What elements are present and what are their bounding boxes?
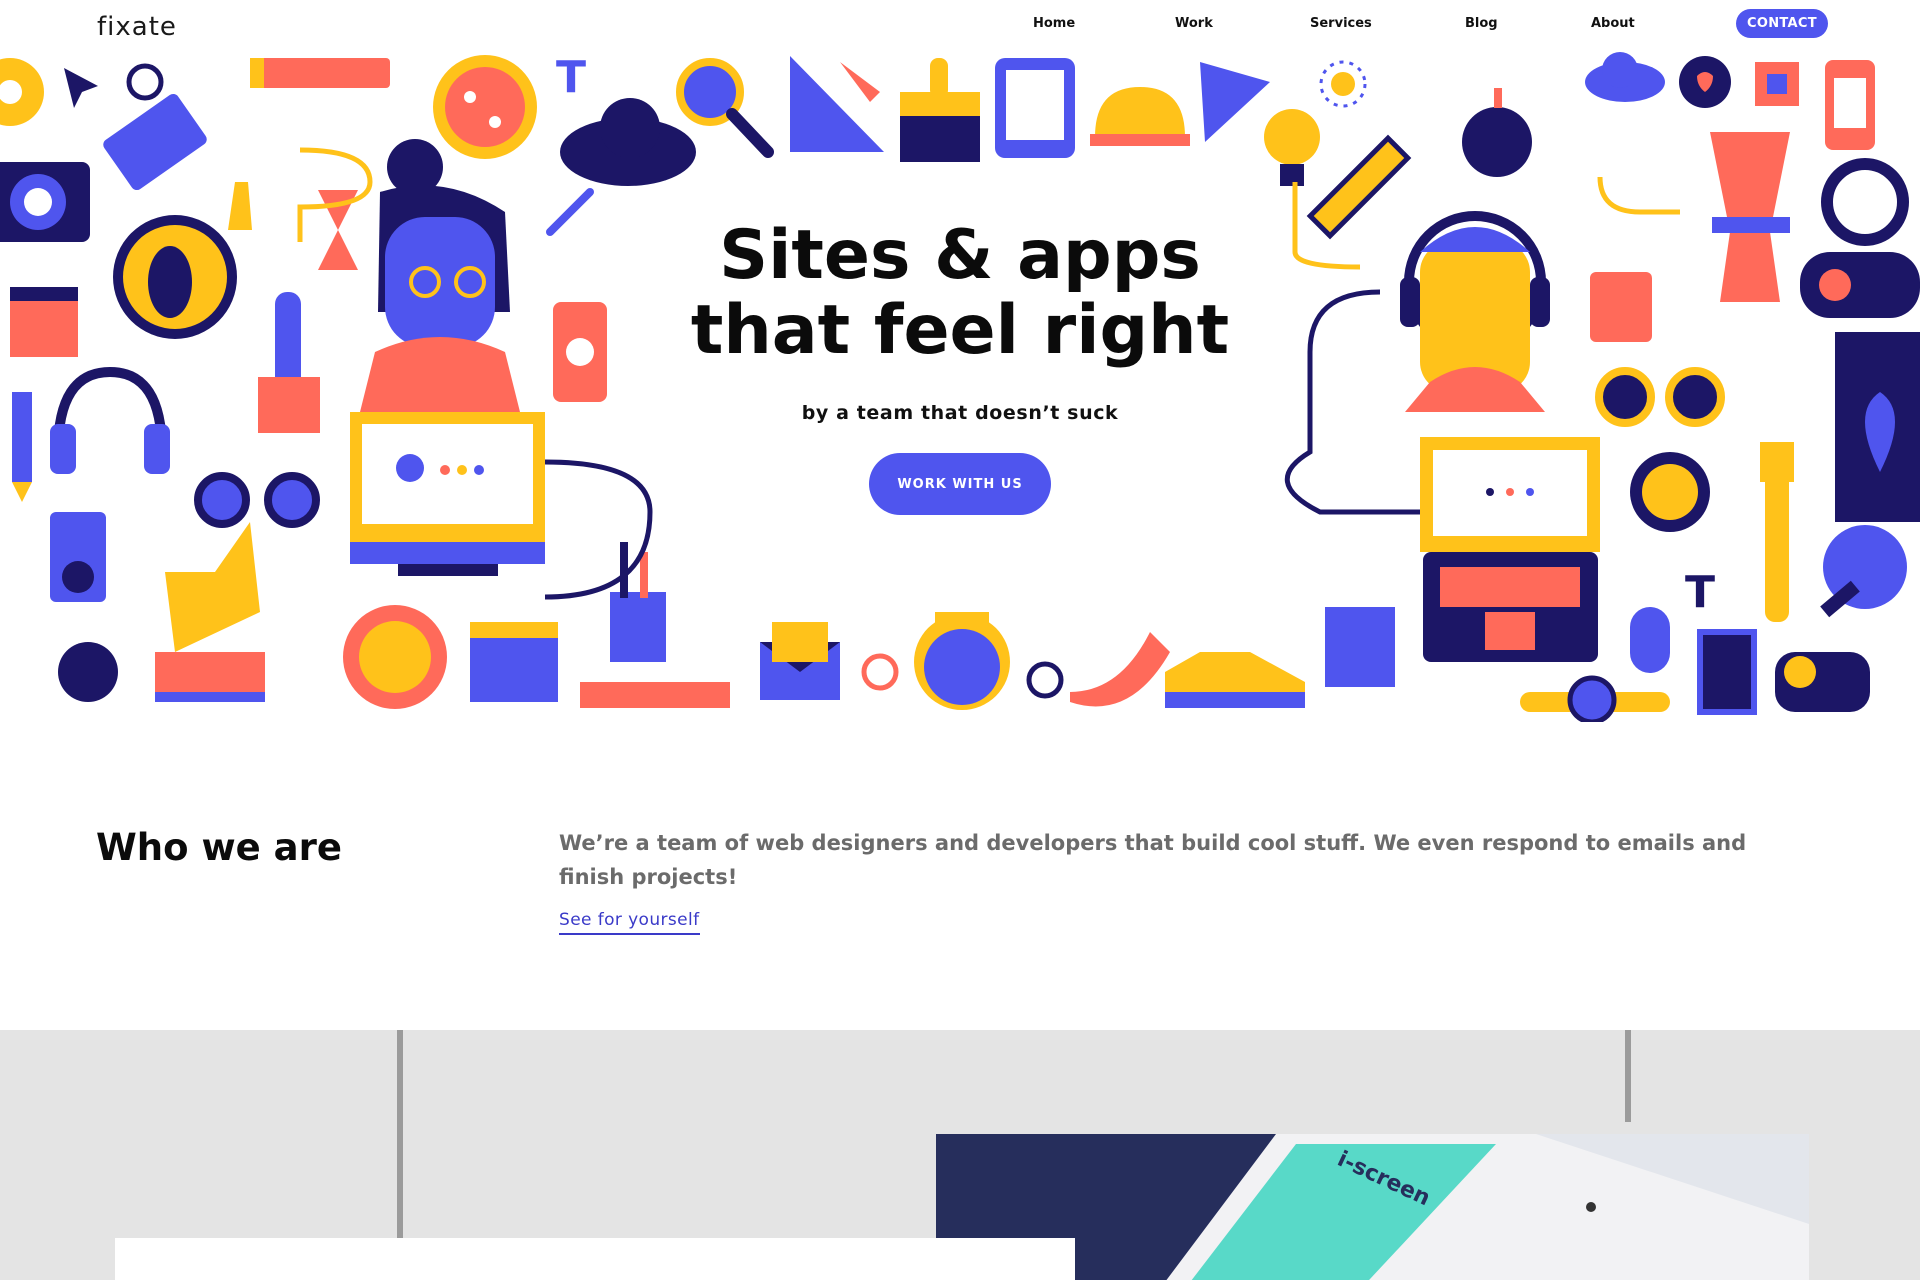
mug-right-icon (1590, 272, 1652, 342)
see-for-yourself-link[interactable]: See for yourself (559, 910, 700, 935)
glasses-right-icon (1595, 367, 1725, 427)
woman-avatar-icon (360, 139, 520, 412)
mug-icon (10, 287, 78, 357)
magnifier-icon (676, 58, 774, 158)
picture-icon (1835, 332, 1920, 522)
cloud-small-icon (1585, 52, 1665, 102)
nav-about[interactable]: About (1591, 16, 1635, 31)
envelope-icon (760, 622, 840, 700)
tape-icon (1775, 652, 1870, 712)
about-title: Who we are (96, 826, 342, 869)
paint-bucket-icon (470, 622, 558, 702)
case-study-section: i-screen (0, 1030, 1920, 1280)
nav-home[interactable]: Home (1033, 16, 1075, 31)
nav-blog[interactable]: Blog (1465, 16, 1498, 31)
donut-icon (0, 58, 44, 126)
contact-button[interactable]: CONTACT (1736, 9, 1828, 38)
hero-illustration: T T (0, 52, 1920, 722)
pencil-icon (1306, 134, 1412, 240)
nav-work[interactable]: Work (1175, 16, 1213, 31)
paper-plane-icon (1200, 62, 1270, 142)
dropper-icon (546, 188, 594, 236)
hand-icon (228, 182, 252, 230)
mouse-icon (1630, 607, 1670, 673)
cloud-icon (560, 98, 696, 186)
pretzel-icon (1821, 158, 1909, 246)
case-study-card (115, 1238, 1075, 1280)
pole-right (1625, 1030, 1631, 1122)
tablet-icon (995, 58, 1075, 158)
headline-line-1: Sites & apps (719, 216, 1201, 295)
svg-text:T: T (556, 52, 586, 103)
phone-heart-icon (553, 302, 607, 402)
hero-section: T T (0, 52, 1920, 722)
mug-bottom-icon (1325, 607, 1395, 687)
ping-pong-icon (1820, 525, 1907, 618)
about-text: We’re a team of web designers and develo… (559, 831, 1747, 889)
alarm-clock-icon (1630, 452, 1710, 532)
drink-icon (1697, 629, 1757, 715)
search-zoom-icon (861, 653, 899, 691)
watch-icon (1520, 675, 1670, 722)
cursor-icon (64, 68, 98, 108)
monitor-icon (350, 412, 545, 576)
paint-brush-icon (1760, 442, 1794, 622)
pizza-icon (433, 55, 537, 159)
apple-icon (1462, 88, 1532, 177)
man-avatar-icon (1400, 211, 1550, 412)
fishbowl-icon (914, 612, 1010, 710)
glasses-icon (194, 472, 320, 528)
hero-headline: Sites & apps that feel right (660, 218, 1260, 368)
marker-icon (250, 58, 390, 88)
svg-text:T: T (1685, 567, 1715, 618)
music-player-icon (50, 512, 106, 602)
brush-icon (900, 58, 980, 162)
gamepad-icon (1800, 252, 1920, 318)
heart-bubble-icon (1679, 56, 1731, 108)
headline-line-2: that feel right (690, 291, 1230, 370)
bell-icon (1090, 87, 1190, 146)
coffee-maker-icon (1710, 132, 1790, 302)
text-t-icon: T (556, 52, 586, 103)
pole-left (397, 1030, 403, 1238)
phone-icon (1825, 60, 1875, 150)
text-t2-icon: T (1685, 567, 1715, 618)
hero-subheading: by a team that doesn’t suck (801, 402, 1119, 424)
ruler-icon (580, 682, 730, 708)
toast-plate-icon (343, 605, 447, 709)
sun-icon (1319, 60, 1367, 108)
sneaker-icon (1165, 652, 1305, 708)
nav-services[interactable]: Services (1310, 16, 1372, 31)
pattern-icon (1755, 62, 1799, 106)
set-square-icon (790, 56, 884, 152)
apple-left-icon (58, 642, 118, 702)
work-with-us-button[interactable]: WORK WITH US (869, 453, 1051, 515)
cat-icon (155, 522, 265, 702)
headphones-icon (50, 366, 170, 474)
lightbulb-icon (1264, 109, 1320, 186)
cactus-icon (258, 292, 320, 433)
zoom-in-icon (1026, 661, 1064, 699)
logo[interactable]: fixate (97, 12, 177, 42)
watermelon-icon (1070, 632, 1170, 707)
camera-icon (0, 162, 90, 242)
laptop-icon (1420, 437, 1600, 662)
watering-can-icon (103, 63, 207, 191)
pencil-small-icon (12, 392, 32, 502)
dog-frame-icon (113, 215, 237, 339)
